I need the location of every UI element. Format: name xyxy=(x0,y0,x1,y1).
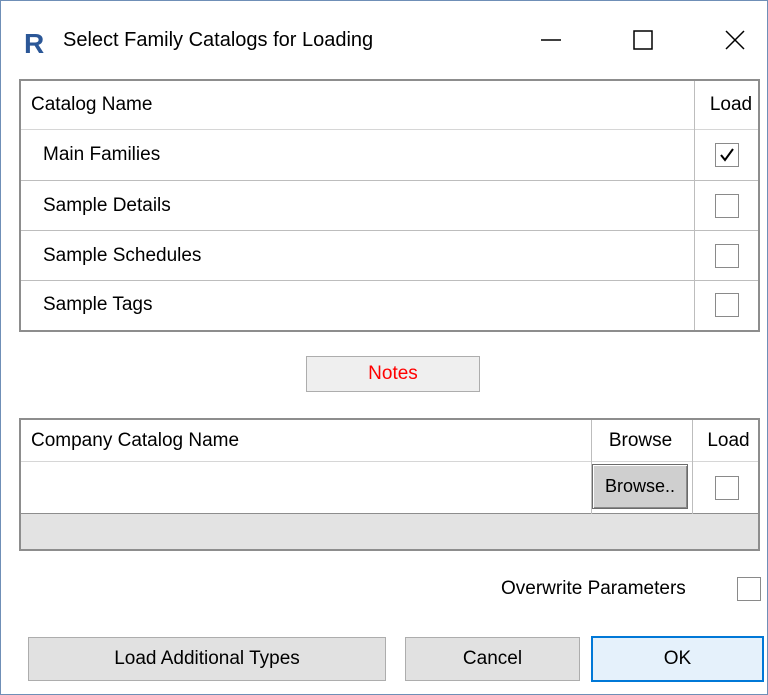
catalog-name-cell: Sample Details xyxy=(43,194,171,216)
minimize-icon xyxy=(541,39,561,41)
catalog-row[interactable]: Sample Tags xyxy=(21,281,758,329)
header-load: Load xyxy=(709,94,753,115)
catalog-name-cell: Main Families xyxy=(43,144,161,165)
company-load-checkbox[interactable] xyxy=(715,475,739,500)
header-company-catalog-name: Company Catalog Name xyxy=(31,429,240,451)
catalog-row[interactable]: Main Families xyxy=(21,130,758,181)
load-additional-types-button[interactable]: Load Additional Types xyxy=(28,637,386,681)
browse-button[interactable]: Browse.. xyxy=(592,464,688,509)
load-checkbox-sample-details[interactable] xyxy=(715,193,739,218)
close-button[interactable] xyxy=(705,15,765,65)
load-checkbox-main-families[interactable] xyxy=(715,143,739,167)
catalog-table: Catalog Name Load Main Families Sample D… xyxy=(19,79,760,332)
window-title: Select Family Catalogs for Loading xyxy=(63,29,374,51)
catalog-header-row: Catalog Name Load xyxy=(21,81,758,130)
close-icon xyxy=(725,30,745,50)
header-load: Load xyxy=(707,429,750,451)
empty-area xyxy=(21,514,758,549)
overwrite-parameters-checkbox[interactable] xyxy=(737,577,761,601)
ok-button[interactable]: OK xyxy=(591,636,764,682)
load-checkbox-sample-tags[interactable] xyxy=(715,293,739,317)
column-divider xyxy=(694,81,695,330)
notes-button[interactable]: Notes xyxy=(306,356,480,392)
load-checkbox-sample-schedules[interactable] xyxy=(715,243,739,268)
company-catalog-name-cell[interactable] xyxy=(31,462,581,513)
catalog-row[interactable]: Sample Details xyxy=(21,181,758,231)
minimize-button[interactable] xyxy=(521,15,581,65)
header-catalog-name: Catalog Name xyxy=(31,94,153,115)
catalog-name-cell: Sample Tags xyxy=(43,294,153,315)
cancel-button[interactable]: Cancel xyxy=(405,637,580,681)
dialog-window: R Select Family Catalogs for Loading Cat… xyxy=(0,0,768,695)
title-bar: R Select Family Catalogs for Loading xyxy=(1,1,767,79)
header-browse: Browse xyxy=(608,429,673,451)
maximize-button[interactable] xyxy=(613,15,673,65)
column-divider xyxy=(692,420,693,514)
company-header-row: Company Catalog Name Browse Load xyxy=(21,420,758,462)
revit-r-icon: R xyxy=(23,28,49,59)
catalog-name-cell: Sample Schedules xyxy=(43,244,202,266)
checkmark-icon xyxy=(720,148,734,162)
overwrite-parameters-label: Overwrite Parameters xyxy=(501,578,686,599)
svg-text:R: R xyxy=(24,28,44,56)
catalog-row[interactable]: Sample Schedules xyxy=(21,231,758,281)
maximize-icon xyxy=(633,30,653,50)
